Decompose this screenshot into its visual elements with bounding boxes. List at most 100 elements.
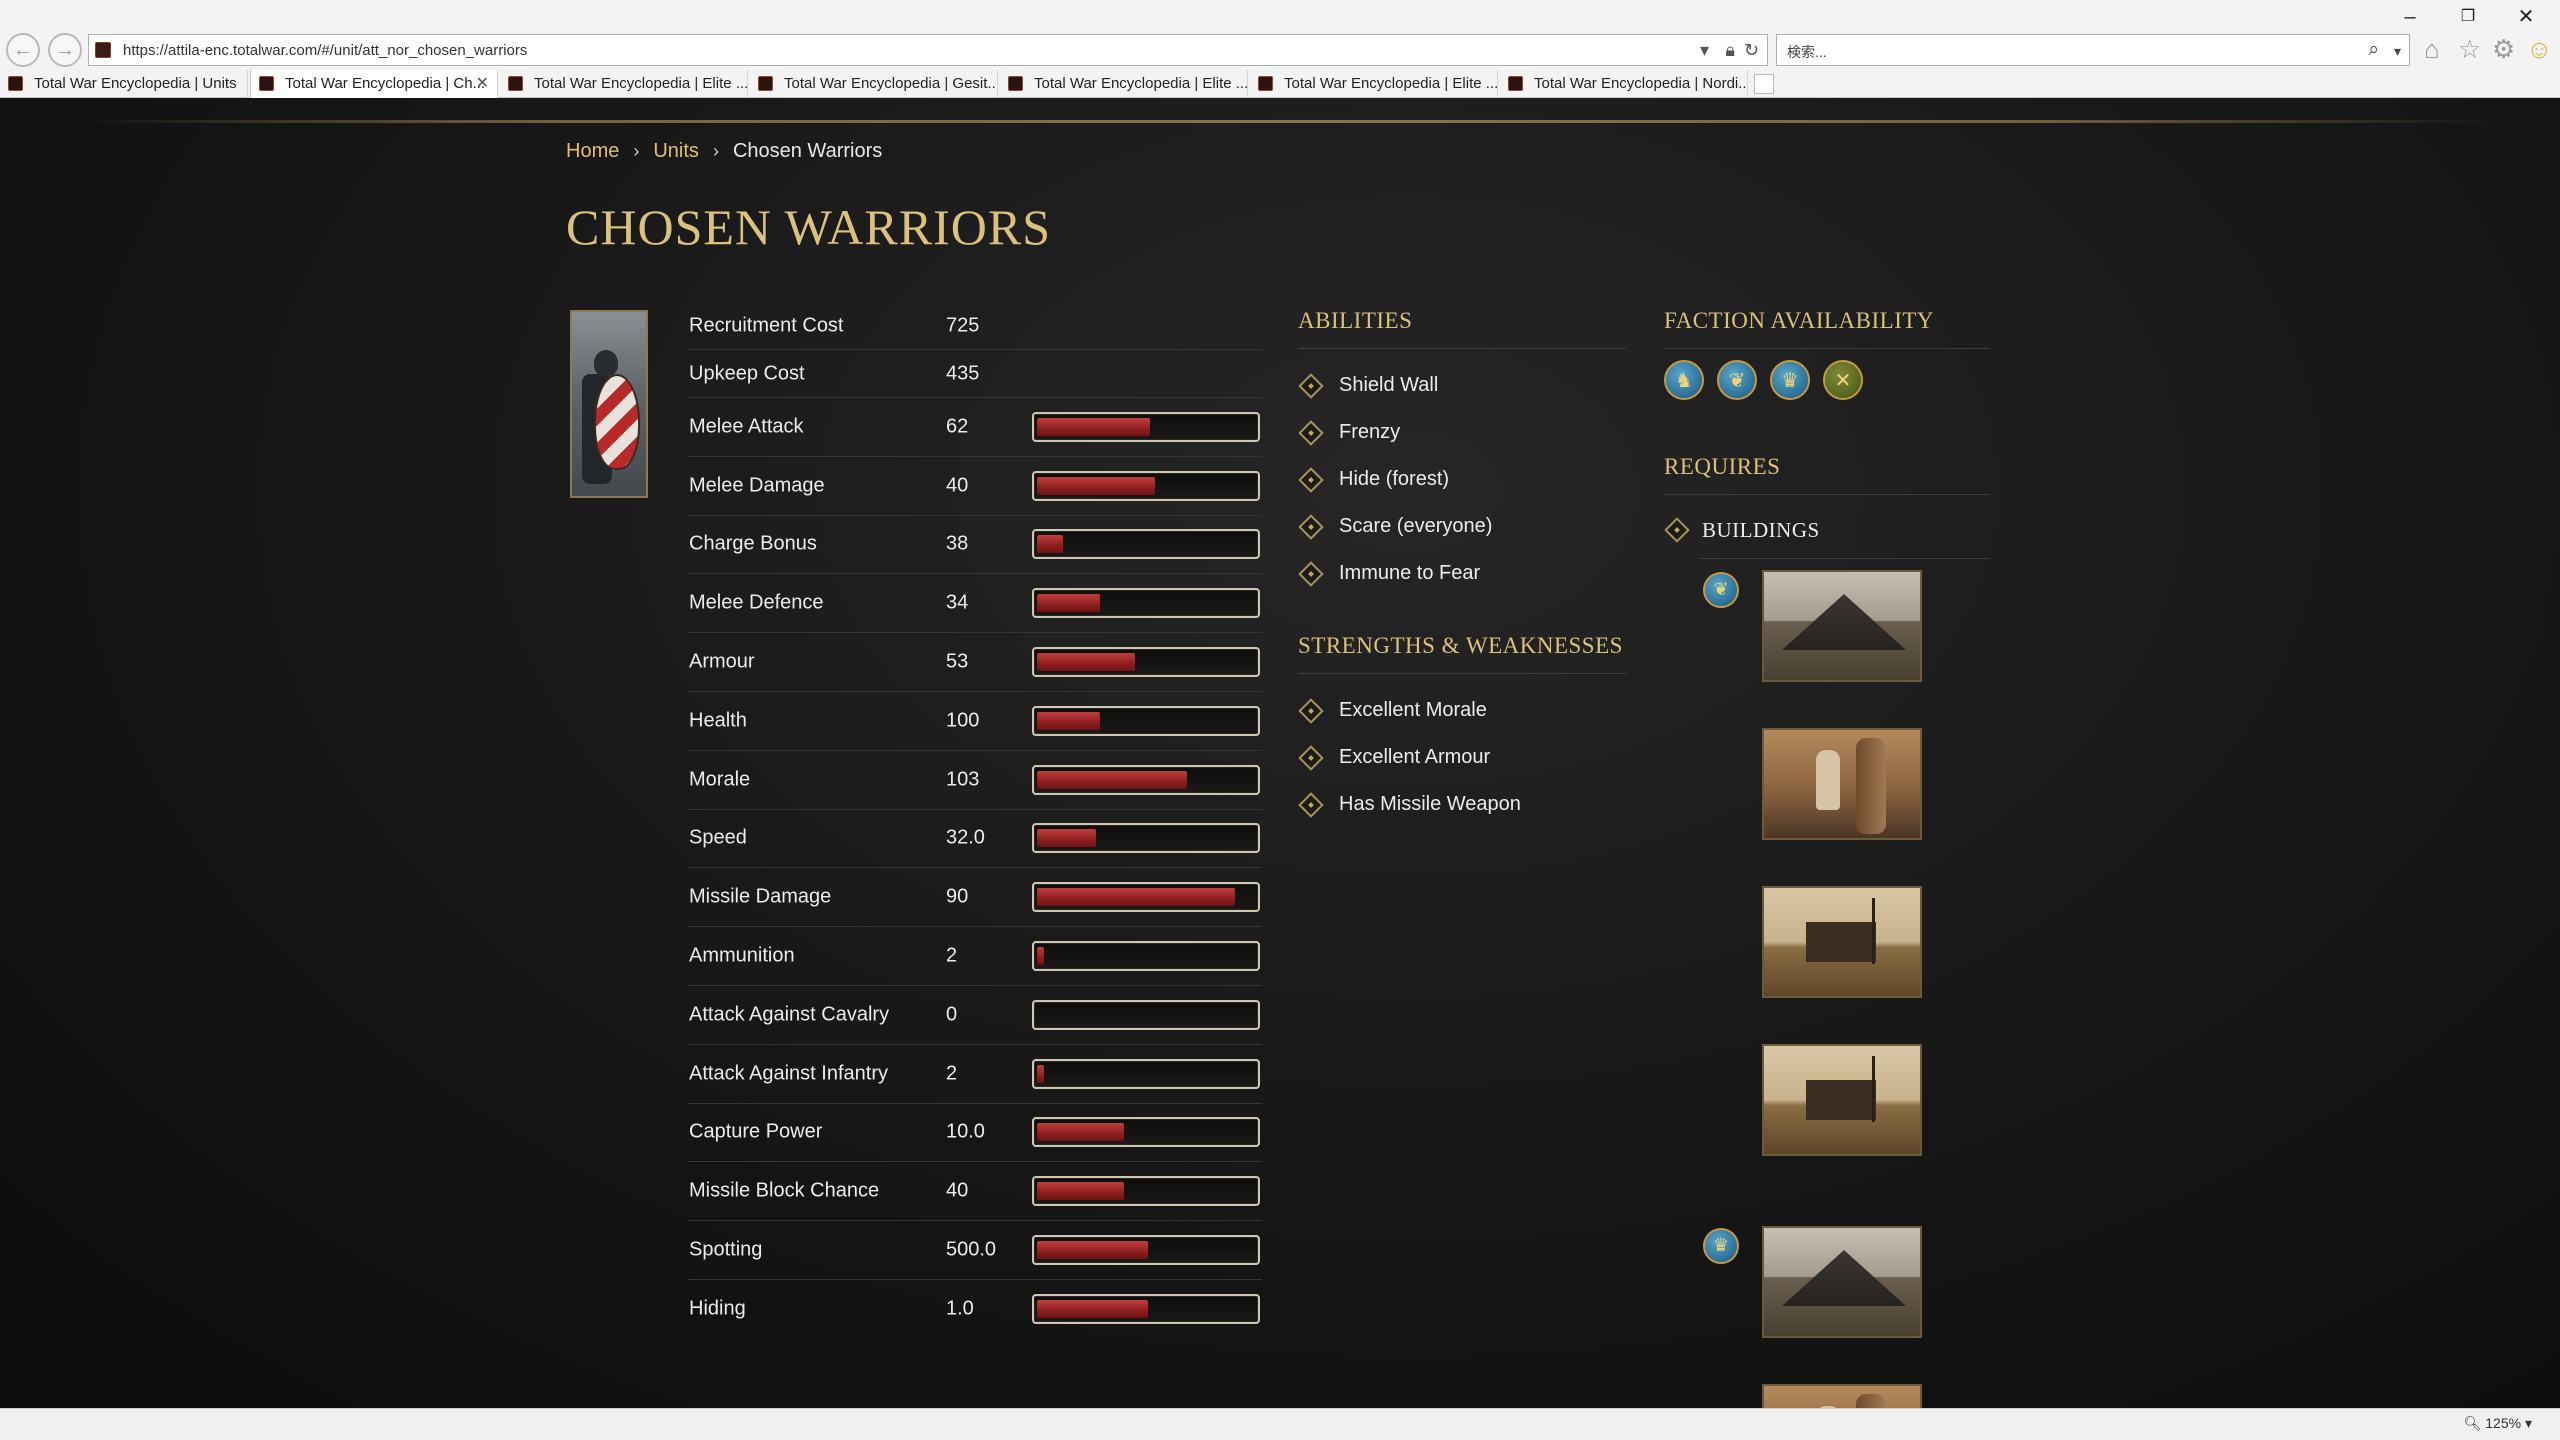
stat-value: 500.0 bbox=[946, 1238, 997, 1261]
stat-row: Charge Bonus 38 bbox=[688, 516, 1262, 575]
favorites-star-icon[interactable]: ☆ bbox=[2458, 36, 2481, 62]
building-tree bbox=[1872, 1056, 1875, 1122]
building-block bbox=[1806, 1080, 1876, 1120]
stat-bar bbox=[1032, 588, 1260, 619]
dragon-emblem-icon[interactable]: ❦ bbox=[1703, 572, 1739, 608]
new-tab-button[interactable] bbox=[1754, 74, 1774, 94]
forward-button[interactable]: → bbox=[48, 33, 82, 67]
breadcrumb-home-link[interactable]: Home bbox=[566, 140, 619, 162]
ability-label: Shield Wall bbox=[1339, 374, 1439, 396]
restore-button[interactable]: ❐ bbox=[2448, 2, 2488, 32]
stat-row: Melee Attack 62 bbox=[688, 398, 1262, 457]
ability-label: Hide (forest) bbox=[1339, 468, 1450, 490]
stat-value: 40 bbox=[946, 474, 969, 497]
building-assembly-image[interactable] bbox=[1762, 728, 1922, 840]
stat-bar bbox=[1032, 647, 1260, 678]
tab-chosen-warriors[interactable]: Total War Encyclopedia | Ch... ✕ bbox=[250, 70, 498, 98]
stat-label: Morale bbox=[689, 768, 751, 791]
stat-bar bbox=[1032, 529, 1260, 560]
tab-elite-3[interactable]: Total War Encyclopedia | Elite ... bbox=[1250, 70, 1498, 98]
dragon-emblem-icon[interactable]: ❦ bbox=[1717, 360, 1757, 400]
search-input[interactable]: 検索... bbox=[1787, 42, 1827, 62]
buildings-divider bbox=[1700, 558, 1990, 559]
settings-gear-icon[interactable]: ⚙ bbox=[2492, 36, 2515, 62]
stat-row: Morale 103 bbox=[688, 751, 1262, 810]
breadcrumb-chevron-icon: › bbox=[633, 141, 640, 161]
zoom-indicator[interactable]: 🔍︎ 125% ▾ bbox=[2464, 1415, 2532, 1432]
close-window-button[interactable]: ✕ bbox=[2506, 2, 2546, 32]
breadcrumb-current: Chosen Warriors bbox=[732, 140, 883, 162]
browser-chrome: ← → https://attila-enc.totalwar.com/#/un… bbox=[0, 0, 2560, 98]
stat-bar-fill bbox=[1037, 417, 1150, 436]
tab-nordic[interactable]: Total War Encyclopedia | Nordi... bbox=[1500, 70, 1748, 98]
lock-icon[interactable]: 🔒︎ bbox=[1725, 40, 1735, 61]
stat-value: 10.0 bbox=[946, 1120, 985, 1143]
stat-row: Attack Against Infantry 2 bbox=[688, 1045, 1262, 1104]
stat-value: 32.0 bbox=[946, 826, 985, 849]
requires-heading: REQUIRES bbox=[1664, 454, 1781, 479]
tab-units[interactable]: Total War Encyclopedia | Units bbox=[0, 70, 248, 98]
stat-bar-fill bbox=[1037, 535, 1063, 554]
strength-label: Has Missile Weapon bbox=[1339, 793, 1521, 815]
tab-gesith[interactable]: Total War Encyclopedia | Gesit... bbox=[750, 70, 998, 98]
stat-label: Missile Block Chance bbox=[689, 1179, 880, 1202]
building-longhall-image[interactable] bbox=[1762, 570, 1922, 682]
building-camp-image[interactable] bbox=[1762, 1044, 1922, 1156]
stat-label: Charge Bonus bbox=[689, 532, 817, 555]
stat-value: 1.0 bbox=[946, 1297, 974, 1320]
stat-row: Attack Against Cavalry 0 bbox=[688, 986, 1262, 1045]
stat-row: Hiding 1.0 bbox=[688, 1280, 1262, 1339]
crown-emblem-icon[interactable]: ♛ bbox=[1703, 1228, 1739, 1264]
home-icon[interactable]: ⌂ bbox=[2424, 36, 2440, 62]
back-button[interactable]: ← bbox=[6, 33, 40, 67]
search-box[interactable]: 検索... ⌕ ▾ bbox=[1776, 34, 2410, 66]
stat-bar bbox=[1032, 882, 1260, 913]
stat-bar-fill bbox=[1037, 1300, 1148, 1319]
stat-label: Attack Against Cavalry bbox=[689, 1003, 890, 1026]
crown-emblem-icon[interactable]: ♛ bbox=[1770, 360, 1810, 400]
tab-favicon-icon bbox=[8, 76, 23, 91]
diamond-bullet-icon bbox=[1664, 517, 1690, 543]
refresh-icon[interactable]: ↻ bbox=[1744, 40, 1759, 61]
seahorse-emblem-icon[interactable]: ♞ bbox=[1664, 360, 1704, 400]
stat-row: Capture Power 10.0 bbox=[688, 1104, 1262, 1163]
stat-row: Speed 32.0 bbox=[688, 810, 1262, 869]
stat-row: Health 100 bbox=[688, 692, 1262, 751]
stat-bar-fill bbox=[1037, 1123, 1124, 1142]
crossed-axes-emblem-icon[interactable]: ✕ bbox=[1823, 360, 1863, 400]
breadcrumb-units-link[interactable]: Units bbox=[653, 140, 699, 162]
address-bar[interactable]: https://attila-enc.totalwar.com/#/unit/a… bbox=[88, 34, 1768, 66]
stat-bar bbox=[1032, 1176, 1260, 1207]
breadcrumb-chevron-icon: › bbox=[712, 141, 719, 161]
building-tree bbox=[1872, 898, 1875, 964]
tab-title: Total War Encyclopedia | Elite ... bbox=[534, 75, 748, 92]
stat-row: Missile Block Chance 40 bbox=[688, 1162, 1262, 1222]
dropdown-arrow-icon[interactable]: ▾ bbox=[1700, 40, 1709, 61]
minimize-button[interactable]: – bbox=[2390, 2, 2430, 32]
stat-label: Recruitment Cost bbox=[689, 314, 844, 336]
stat-bar bbox=[1032, 823, 1260, 854]
tab-elite-2[interactable]: Total War Encyclopedia | Elite ... bbox=[1000, 70, 1248, 98]
stat-label: Health bbox=[689, 709, 747, 732]
stat-row: Missile Damage 90 bbox=[688, 868, 1262, 928]
tab-favicon-icon bbox=[1258, 76, 1273, 91]
address-url[interactable]: https://attila-enc.totalwar.com/#/unit/a… bbox=[123, 42, 527, 59]
search-icon[interactable]: ⌕ bbox=[2368, 39, 2379, 61]
building-camp-image[interactable] bbox=[1762, 886, 1922, 998]
tab-close-icon[interactable]: ✕ bbox=[476, 70, 489, 97]
tab-title: Total War Encyclopedia | Nordi... bbox=[1534, 75, 1748, 92]
page-title: CHOSEN WARRIORS bbox=[566, 199, 1051, 255]
stat-bar-fill bbox=[1037, 770, 1187, 789]
tab-strip: Total War Encyclopedia | Units Total War… bbox=[0, 70, 2560, 98]
building-longhall-image[interactable] bbox=[1762, 1226, 1922, 1338]
building-block bbox=[1806, 922, 1876, 962]
building-assembly-image[interactable] bbox=[1762, 1384, 1922, 1408]
stat-bar bbox=[1032, 1058, 1260, 1089]
stat-bar-fill bbox=[1037, 888, 1235, 907]
stat-bar-fill bbox=[1037, 476, 1155, 495]
tab-elite-1[interactable]: Total War Encyclopedia | Elite ... bbox=[500, 70, 748, 98]
search-dropdown-icon[interactable]: ▾ bbox=[2394, 43, 2401, 60]
building-figure bbox=[1816, 750, 1840, 810]
requires-divider bbox=[1664, 494, 1990, 495]
smiley-feedback-icon[interactable]: ☺ bbox=[2526, 36, 2553, 62]
